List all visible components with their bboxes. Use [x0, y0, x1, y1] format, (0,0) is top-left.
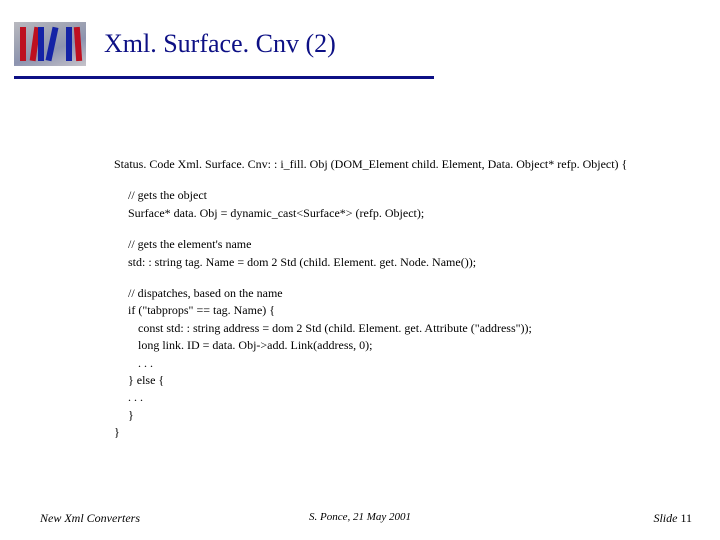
- code-line: std: : string tag. Name = dom 2 Std (chi…: [114, 254, 690, 271]
- code-line: Surface* data. Obj = dynamic_cast<Surfac…: [114, 205, 690, 222]
- code-line: // dispatches, based on the name: [114, 285, 690, 302]
- code-line: if ("tabprops" == tag. Name) {: [114, 302, 690, 319]
- code-line: // gets the element's name: [114, 236, 690, 253]
- code-block: Status. Code Xml. Surface. Cnv: : i_fill…: [114, 156, 690, 441]
- slide-label: Slide: [653, 511, 680, 525]
- code-line: Status. Code Xml. Surface. Cnv: : i_fill…: [114, 156, 690, 173]
- lhcb-logo: [14, 22, 86, 66]
- header-rule: [14, 76, 434, 79]
- slide-title: Xml. Surface. Cnv (2): [104, 29, 336, 59]
- slide-number: 11: [680, 511, 692, 525]
- footer-left: New Xml Converters: [40, 511, 140, 526]
- code-line: . . .: [114, 389, 690, 406]
- code-line: const std: : string address = dom 2 Std …: [114, 320, 690, 337]
- code-line: . . .: [114, 355, 690, 372]
- footer-center: S. Ponce, 21 May 2001: [309, 511, 411, 523]
- code-line: long link. ID = data. Obj->add. Link(add…: [114, 337, 690, 354]
- footer-right: Slide 11: [653, 511, 692, 526]
- code-line: } else {: [114, 372, 690, 389]
- slide-header: Xml. Surface. Cnv (2): [0, 0, 720, 66]
- slide-footer: New Xml Converters S. Ponce, 21 May 2001…: [0, 511, 720, 526]
- code-line: // gets the object: [114, 187, 690, 204]
- code-line: }: [114, 424, 690, 441]
- code-line: }: [114, 407, 690, 424]
